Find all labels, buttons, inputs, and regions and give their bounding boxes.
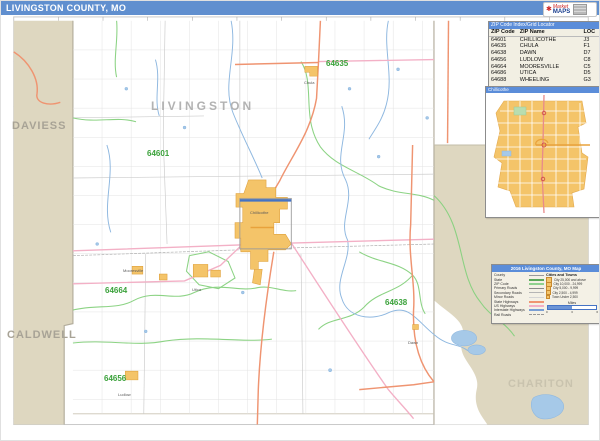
city-inset-map: Chillicothe (485, 86, 600, 218)
zip-label-64601: 64601 (147, 149, 169, 158)
primary-road-swatch (529, 288, 544, 289)
name-cell: DAWN (518, 50, 582, 57)
scale-bar: Miles 036 (546, 301, 598, 314)
town-dot (546, 295, 550, 299)
table-row: 64601 CHILLICOTHE J3 (489, 36, 600, 43)
zip-index-header-row: ZIP Code ZIP Name LOC (489, 29, 600, 36)
map-page: LIVINGSTON COUNTY, MO ✱ Market MAPS (0, 0, 600, 441)
us-hwy-swatch (529, 305, 544, 307)
zip-cell: 64688 (489, 77, 518, 84)
col-zip-name: ZIP Name (518, 29, 582, 36)
loc-cell: F1 (581, 43, 600, 50)
city-size-item: Town Under 2,500 (546, 295, 598, 299)
town-label-ludlow: Ludlow (118, 392, 131, 397)
name-cell: CHILLICOTHE (518, 36, 582, 43)
loc-cell: D5 (581, 70, 600, 77)
zip-index-table: ZIP Code Index/Grid Locator ZIP Code ZIP… (488, 21, 600, 88)
secondary-road-swatch (529, 292, 544, 293)
map-legend: 2016 Livingston County, MO Map County St… (491, 264, 600, 324)
interstate-swatch (529, 309, 544, 311)
zip-cell: 64656 (489, 57, 518, 64)
zip-cell: 64664 (489, 64, 518, 71)
zip-index-title: ZIP Code Index/Grid Locator (489, 22, 600, 29)
county-label-daviess: DAVIESS (12, 120, 66, 132)
table-row: 64638 DAWN D7 (489, 50, 600, 57)
minor-road-swatch (529, 297, 544, 298)
loc-cell: C5 (581, 64, 600, 71)
zip-label-64638: 64638 (385, 298, 407, 307)
table-row: 64688 WHEELING G3 (489, 77, 600, 84)
town-label-chula: Chula (304, 80, 314, 85)
zip-label-64635: 64635 (326, 59, 348, 68)
county-label-caldwell: CALDWELL (7, 329, 77, 341)
zip-label-64664: 64664 (105, 286, 127, 295)
county-label-livingston: LIVINGSTON (151, 99, 254, 113)
name-cell: LUDLOW (518, 57, 582, 64)
table-row: 64656 LUDLOW C8 (489, 57, 600, 64)
logo-badge-icon (573, 4, 587, 15)
name-cell: WHEELING (518, 77, 582, 84)
county-label-chariton: CHARITON (508, 378, 574, 390)
legend-item: Rail Roads (494, 313, 544, 317)
loc-cell: D7 (581, 50, 600, 57)
table-row: 64664 MOORESVILLE C5 (489, 64, 600, 71)
logo-word-maps: MAPS (553, 10, 570, 15)
zip-cell: 64686 (489, 70, 518, 77)
town-label-dawn: Dawn (408, 340, 418, 345)
legend-cities-column: Cities and Towns City 25,000 and above C… (544, 273, 598, 317)
state-hwy-swatch (529, 301, 544, 303)
scale-bar-graphic (547, 305, 597, 310)
zip-cell: 64638 (489, 50, 518, 57)
town-label-utica: Utica (192, 287, 201, 292)
page-title: LIVINGSTON COUNTY, MO (1, 1, 600, 15)
table-row: 64686 UTICA D5 (489, 70, 600, 77)
col-loc: LOC (581, 29, 600, 36)
scale-ticks: 036 (546, 310, 598, 314)
state-line-swatch (529, 279, 544, 281)
zip-cell: 64601 (489, 36, 518, 43)
zip-cell: 64635 (489, 43, 518, 50)
legend-title: 2016 Livingston County, MO Map (492, 265, 600, 272)
name-cell: CHULA (518, 43, 582, 50)
inset-canvas (486, 93, 598, 215)
county-line-swatch (529, 275, 544, 276)
loc-cell: J3 (581, 36, 600, 43)
logo-star-icon: ✱ (546, 6, 552, 13)
loc-cell: C8 (581, 57, 600, 64)
town-label-mooresville: Mooresville (123, 268, 143, 273)
zip-line-swatch (529, 283, 544, 285)
marketmaps-logo: ✱ Market MAPS (543, 2, 597, 17)
zip-label-64656: 64656 (104, 374, 126, 383)
col-zip-code: ZIP Code (489, 29, 518, 36)
name-cell: MOORESVILLE (518, 64, 582, 71)
loc-cell: G3 (581, 77, 600, 84)
name-cell: UTICA (518, 70, 582, 77)
table-row: 64635 CHULA F1 (489, 43, 600, 50)
legend-line-items: County State ZIP Code Primary Roads Seco… (494, 273, 544, 317)
railroad-swatch (529, 314, 544, 315)
town-label-chillicothe: Chillicothe (250, 210, 268, 215)
